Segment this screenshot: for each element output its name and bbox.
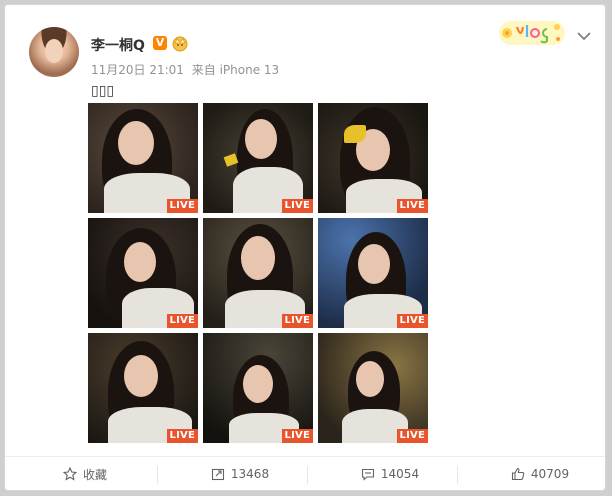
like-button[interactable]: 40709 (495, 461, 585, 487)
photo-9[interactable]: LIVE (318, 333, 428, 443)
post-source: 来自 iPhone 13 (191, 63, 280, 77)
chevron-down-icon[interactable] (577, 31, 591, 41)
thumbs-up-icon (511, 467, 525, 481)
photo-grid: LIVE LIVE LIVE LIVE LIVE LIVE LIVE LIVE … (88, 103, 428, 443)
photo-face (243, 365, 273, 403)
repost-count: 13468 (230, 467, 270, 481)
photo-1[interactable]: LIVE (88, 103, 198, 213)
vlog-sticker-icon (499, 21, 565, 45)
photo-face (358, 244, 390, 284)
live-badge: LIVE (166, 314, 198, 328)
like-count: 40709 (530, 467, 570, 481)
photo-3[interactable]: LIVE (318, 103, 428, 213)
live-badge: LIVE (396, 199, 428, 213)
photo-face (118, 121, 154, 165)
post-date[interactable]: 11月20日 21:01 (91, 63, 184, 77)
live-badge: LIVE (166, 429, 198, 443)
comment-count: 14054 (380, 467, 420, 481)
avatar-face (45, 39, 63, 63)
favorite-button[interactable]: 收藏 (45, 461, 125, 487)
photo-face (356, 361, 384, 397)
comment-button[interactable]: 14054 (345, 461, 435, 487)
photo-face (241, 236, 275, 280)
ginkgo-leaf-icon (344, 125, 366, 143)
live-badge: LIVE (281, 429, 313, 443)
photo-6[interactable]: LIVE (318, 218, 428, 328)
action-bar-divider (5, 456, 605, 457)
live-badge: LIVE (281, 314, 313, 328)
photo-4[interactable]: LIVE (88, 218, 198, 328)
live-badge: LIVE (281, 199, 313, 213)
live-badge: LIVE (396, 429, 428, 443)
repost-icon (211, 468, 224, 481)
action-separator (157, 466, 158, 484)
post-text: ▯▯▯ (91, 83, 115, 99)
star-icon (62, 467, 77, 481)
author-name[interactable]: 李一桐Q (91, 35, 145, 55)
action-separator (307, 466, 308, 484)
live-badge: LIVE (396, 314, 428, 328)
photo-face (124, 355, 158, 397)
photo-face (245, 119, 277, 159)
favorite-label: 收藏 (82, 467, 107, 482)
photo-5[interactable]: LIVE (203, 218, 313, 328)
photo-face (124, 242, 156, 282)
photo-2[interactable]: LIVE (203, 103, 313, 213)
weibo-post-card: 李一桐Q V 11月20日 21:01 来自 iPhone 13 ▯▯▯ LIV… (4, 4, 606, 491)
live-badge: LIVE (166, 199, 198, 213)
action-separator (457, 466, 458, 484)
photo-7[interactable]: LIVE (88, 333, 198, 443)
post-meta: 11月20日 21:01 来自 iPhone 13 (91, 61, 283, 78)
repost-button[interactable]: 13468 (195, 461, 285, 487)
photo-8[interactable]: LIVE (203, 333, 313, 443)
comment-icon (361, 468, 374, 481)
verified-icon: V (153, 36, 167, 50)
crown-icon (172, 36, 188, 52)
avatar[interactable] (29, 27, 79, 77)
